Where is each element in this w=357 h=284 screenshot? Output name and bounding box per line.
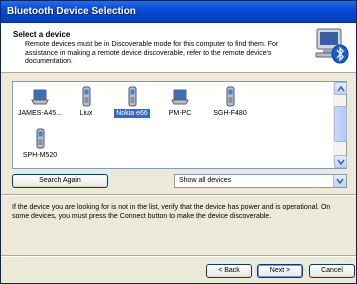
wizard-header: Select a device Remote devices must be i…: [1, 23, 356, 73]
chevron-up-icon: [337, 86, 345, 92]
bluetooth-computer-icon: [313, 27, 349, 65]
device-item-nokia-e66[interactable]: Nokia e66: [109, 84, 155, 122]
info-text: If the device you are looking for is not…: [12, 204, 331, 220]
device-label: Liux: [79, 110, 93, 117]
scroll-down-button[interactable]: [334, 155, 347, 168]
device-item-pm-pc[interactable]: PM-PC: [157, 84, 203, 122]
search-again-button[interactable]: Search Again: [12, 174, 108, 188]
next-button[interactable]: Next >: [257, 264, 303, 278]
window-title: Bluetooth Device Selection: [7, 6, 136, 17]
device-item-james[interactable]: JAMES-A45...: [17, 84, 63, 122]
scroll-thumb[interactable]: [334, 106, 347, 142]
dropdown-button[interactable]: [333, 175, 346, 187]
laptop-icon: [171, 86, 189, 108]
device-label: JAMES-A45...: [18, 110, 62, 117]
chevron-down-icon: [337, 159, 345, 165]
chevron-down-icon: [336, 178, 344, 184]
separator: [1, 194, 356, 196]
title-bar[interactable]: Bluetooth Device Selection: [1, 1, 356, 23]
mobile-phone-icon: [123, 86, 141, 108]
header-description: Remote devices must be in Discoverable m…: [25, 41, 279, 65]
device-label: PM-PC: [168, 110, 192, 117]
laptop-icon: [31, 86, 49, 108]
device-label: Nokia e66: [113, 108, 151, 119]
device-label: SPH-M520: [22, 152, 58, 159]
mobile-phone-icon: [31, 128, 49, 150]
device-label: SGH-F480: [213, 110, 247, 117]
header-title: Select a device: [13, 30, 71, 39]
device-filter-dropdown[interactable]: Show all devices: [174, 174, 347, 188]
device-list[interactable]: JAMES-A45... Liux Nokia e66 PM-PC SGH-F4…: [12, 81, 347, 169]
cancel-button[interactable]: Cancel: [309, 264, 355, 278]
mobile-phone-icon: [77, 86, 95, 108]
scroll-up-button[interactable]: [334, 82, 347, 95]
device-filter-value: Show all devices: [179, 177, 232, 184]
device-list-scrollbar[interactable]: [333, 82, 347, 168]
device-item-liux[interactable]: Liux: [63, 84, 109, 122]
mobile-phone-icon: [221, 86, 239, 108]
back-button[interactable]: < Back: [206, 264, 252, 278]
device-item-sgh-f480[interactable]: SGH-F480: [207, 84, 253, 122]
device-item-sph-m520[interactable]: SPH-M520: [17, 126, 63, 164]
bluetooth-device-selection-dialog: Bluetooth Device Selection Select a devi…: [0, 0, 357, 284]
separator: [1, 255, 356, 257]
